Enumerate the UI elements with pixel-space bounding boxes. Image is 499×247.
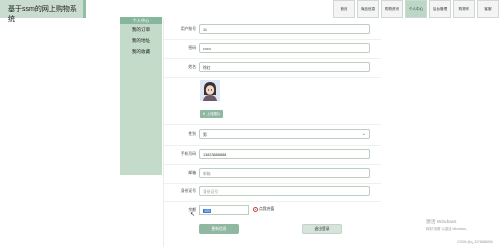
phone-field[interactable]: 13823888888 (199, 149, 370, 159)
password-label: 密码 (188, 46, 196, 50)
divider (164, 58, 381, 59)
gender-value: 男 (203, 132, 207, 137)
nav-products[interactable]: 商品信息 (357, 0, 379, 18)
divider (164, 145, 381, 146)
site-title: 基于ssm的网上购物系统 (0, 0, 86, 23)
nav-home[interactable]: 首页 (333, 0, 355, 18)
name-field[interactable]: 徐红 (199, 62, 370, 72)
nav-service[interactable]: 客服 (477, 0, 499, 18)
phone-label: 手机号码 (180, 152, 196, 156)
divider (164, 124, 381, 125)
name-label: 姓名 (188, 65, 196, 69)
watermark-subtitle: 转到"设置"以激活 Windows。 (426, 227, 470, 231)
chevron-down-icon: ⌄ (361, 131, 366, 137)
password-field[interactable]: •••••• (199, 43, 370, 53)
recharge-link[interactable]: 点我充值 (253, 207, 274, 212)
sidebar-heading: 个人中心 (120, 17, 162, 24)
nav-news[interactable]: 购物资讯 (381, 0, 403, 18)
balance-field[interactable]: 100 (199, 205, 249, 215)
divider (164, 201, 381, 202)
username-field[interactable]: 11 (199, 24, 370, 34)
upload-icon: ⬆ (202, 112, 206, 116)
divider (164, 183, 381, 184)
avatar-icon (200, 80, 220, 101)
divider (164, 39, 381, 40)
email-label: 邮箱 (188, 171, 196, 175)
idcard-field[interactable]: 身份证号 (199, 186, 370, 196)
divider (164, 77, 381, 78)
sidebar-item-orders[interactable]: 我的订单 (120, 24, 162, 35)
mouse-cursor-icon: ↖ (190, 212, 196, 218)
recharge-icon (253, 207, 258, 212)
nav-admin[interactable]: 后台管理 (429, 0, 451, 18)
logout-button[interactable]: 退出登录 (302, 224, 342, 234)
top-nav: 首页 商品信息 购物资讯 个人中心 后台管理 购物车 客服 (331, 0, 499, 18)
upload-label: 上传图片 (206, 111, 221, 116)
recharge-label: 点我充值 (259, 207, 275, 211)
username-label: 用户账号 (180, 27, 196, 31)
divider (164, 164, 381, 165)
idcard-label: 身份证号 (180, 189, 196, 193)
gender-select[interactable]: 男 ⌄ (199, 129, 370, 139)
windows-activation-watermark: 激活 Windows 转到"设置"以激活 Windows。 (426, 220, 469, 232)
sidebar-item-favorites[interactable]: 我的收藏 (120, 46, 162, 57)
sidebar-item-address[interactable]: 我的地址 (120, 35, 162, 46)
source-credit: CSDN @q_3375686806 (457, 240, 493, 244)
gender-label: 性别 (188, 132, 196, 136)
update-info-button[interactable]: 更新信息 (199, 224, 239, 234)
email-field[interactable]: 邮箱 (199, 168, 370, 178)
nav-profile[interactable]: 个人中心 (405, 0, 427, 18)
balance-value: 100 (203, 208, 212, 213)
nav-cart[interactable]: 购物车 (453, 0, 475, 18)
sidebar: 个人中心 我的订单 我的地址 我的收藏 (120, 17, 162, 175)
upload-image-button[interactable]: ⬆ 上传图片 (200, 110, 223, 118)
avatar (200, 80, 220, 101)
profile-form: 用户账号 11 密码 •••••• 姓名 徐红 ⬆ 上传图片 性别 男 ⌄ 手机… (163, 18, 381, 247)
